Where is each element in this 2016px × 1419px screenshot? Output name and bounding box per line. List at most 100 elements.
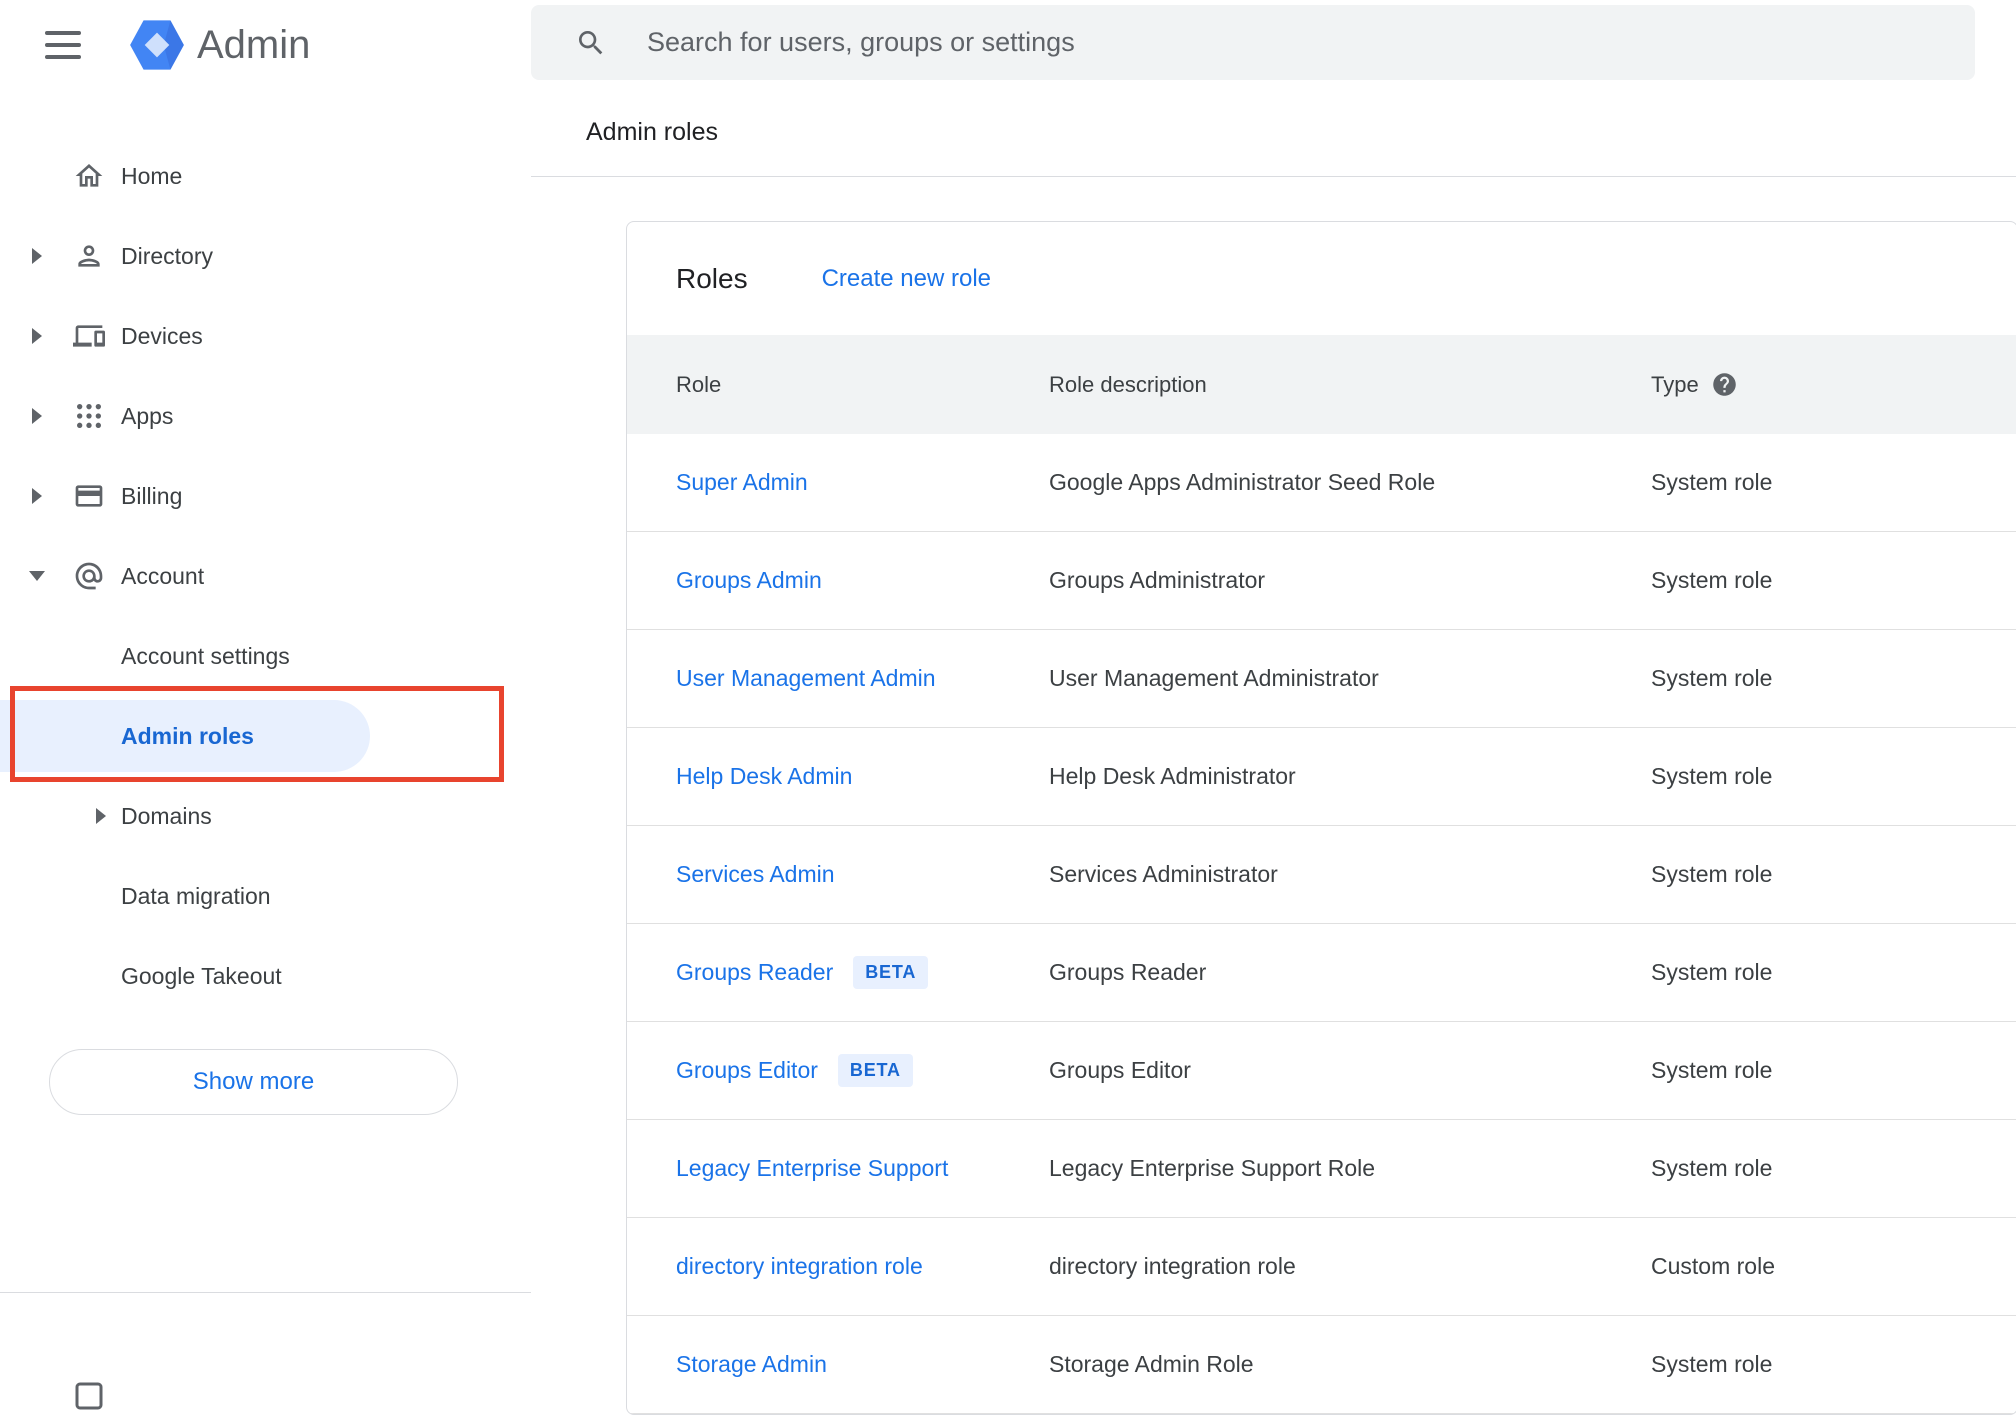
header-divider bbox=[531, 176, 2016, 177]
table-row-storage-admin: Storage Admin Storage Admin Role System … bbox=[627, 1316, 2016, 1414]
table-row-directory-integration-role: directory integration role directory int… bbox=[627, 1218, 2016, 1316]
table-row-groups-admin: Groups Admin Groups Administrator System… bbox=[627, 532, 2016, 630]
role-link[interactable]: Legacy Enterprise Support bbox=[676, 1155, 948, 1182]
role-type-cell: System role bbox=[1651, 959, 1773, 985]
expand-arrow-icon[interactable] bbox=[96, 808, 106, 824]
role-link[interactable]: directory integration role bbox=[676, 1253, 923, 1280]
partially-visible-icon bbox=[71, 1378, 107, 1414]
role-link[interactable]: Services Admin bbox=[676, 861, 835, 888]
admin-hexagon-logo-icon bbox=[129, 17, 185, 73]
role-type-cell: System role bbox=[1651, 1155, 1773, 1181]
role-link[interactable]: Super Admin bbox=[676, 469, 808, 496]
table-header-row: Role Role description Type bbox=[627, 335, 2016, 434]
sidebar-item-directory[interactable]: Directory bbox=[0, 216, 531, 296]
sidebar-item-label: Billing bbox=[121, 482, 183, 509]
at-sign-icon bbox=[73, 560, 105, 592]
role-description-cell: Google Apps Administrator Seed Role bbox=[1049, 469, 1436, 495]
sidebar-item-label: Devices bbox=[121, 322, 203, 349]
role-description-cell: User Management Administrator bbox=[1049, 665, 1379, 691]
role-type-cell: System role bbox=[1651, 665, 1773, 691]
search-bar[interactable] bbox=[531, 5, 1975, 80]
role-description-cell: directory integration role bbox=[1049, 1253, 1296, 1279]
role-link[interactable]: Groups Reader bbox=[676, 959, 833, 986]
table-row-groups-reader: Groups Reader BETA Groups Reader System … bbox=[627, 924, 2016, 1022]
sidebar-item-billing[interactable]: Billing bbox=[0, 456, 531, 536]
role-link[interactable]: Groups Admin bbox=[676, 567, 822, 594]
sidebar-item-data-migration[interactable]: Data migration bbox=[0, 856, 531, 936]
sidebar-item-account[interactable]: Account bbox=[0, 536, 531, 616]
sidebar-item-domains[interactable]: Domains bbox=[0, 776, 531, 856]
expand-arrow-icon[interactable] bbox=[31, 248, 42, 264]
expand-arrow-icon[interactable] bbox=[31, 328, 42, 344]
sidebar-nav: Home Directory Devices Apps Billing Acco… bbox=[0, 136, 531, 1016]
role-description-cell: Groups Editor bbox=[1049, 1057, 1191, 1083]
card-header: Roles Create new role bbox=[627, 222, 2016, 335]
role-description-cell: Storage Admin Role bbox=[1049, 1351, 1254, 1377]
card-title: Roles bbox=[676, 262, 748, 294]
home-icon bbox=[73, 160, 105, 192]
table-row-legacy-enterprise-support: Legacy Enterprise Support Legacy Enterpr… bbox=[627, 1120, 2016, 1218]
table-row-groups-editor: Groups Editor BETA Groups Editor System … bbox=[627, 1022, 2016, 1120]
brand-row: Admin bbox=[0, 0, 531, 90]
devices-icon bbox=[73, 320, 105, 352]
table-row-super-admin: Super Admin Google Apps Administrator Se… bbox=[627, 434, 2016, 532]
sidebar-item-label: Data migration bbox=[121, 882, 271, 909]
hamburger-menu-icon[interactable] bbox=[45, 23, 89, 67]
help-icon[interactable] bbox=[1711, 371, 1738, 398]
role-type-cell: System role bbox=[1651, 1351, 1773, 1377]
column-header-type-label: Type bbox=[1651, 371, 1699, 397]
roles-card: Roles Create new role Role Role descript… bbox=[626, 221, 2016, 1415]
role-description-cell: Legacy Enterprise Support Role bbox=[1049, 1155, 1376, 1181]
roles-table-body: Super Admin Google Apps Administrator Se… bbox=[627, 434, 2016, 1414]
beta-badge: BETA bbox=[853, 956, 929, 989]
sidebar-item-label: Directory bbox=[121, 242, 214, 269]
role-type-cell: System role bbox=[1651, 469, 1773, 495]
search-icon bbox=[575, 27, 607, 59]
role-type-cell: Custom role bbox=[1651, 1253, 1775, 1279]
sidebar-item-google-takeout[interactable]: Google Takeout bbox=[0, 936, 531, 1016]
sidebar-item-devices[interactable]: Devices bbox=[0, 296, 531, 376]
role-link[interactable]: Storage Admin bbox=[676, 1351, 827, 1378]
main-content: Admin roles Roles Create new role Role R… bbox=[531, 0, 2016, 1415]
column-header-role: Role bbox=[676, 371, 722, 397]
expand-arrow-icon[interactable] bbox=[28, 571, 45, 581]
role-link[interactable]: Help Desk Admin bbox=[676, 763, 852, 790]
sidebar-item-label: Admin roles bbox=[121, 722, 254, 749]
table-row-help-desk-admin: Help Desk Admin Help Desk Administrator … bbox=[627, 728, 2016, 826]
apps-grid-icon bbox=[73, 400, 105, 432]
role-type-cell: System role bbox=[1651, 763, 1773, 789]
sidebar-item-admin-roles[interactable]: Admin roles bbox=[0, 696, 531, 776]
sidebar-item-label: Domains bbox=[121, 802, 212, 829]
role-type-cell: System role bbox=[1651, 567, 1773, 593]
expand-arrow-icon[interactable] bbox=[31, 488, 42, 504]
sidebar-item-label: Account bbox=[121, 562, 205, 589]
role-type-cell: System role bbox=[1651, 861, 1773, 887]
show-more-button[interactable]: Show more bbox=[49, 1049, 458, 1115]
column-header-type: Type bbox=[1651, 371, 2016, 398]
app-title: Admin bbox=[197, 22, 311, 67]
sidebar-bottom-divider bbox=[0, 1292, 531, 1293]
table-row-user-management-admin: User Management Admin User Management Ad… bbox=[627, 630, 2016, 728]
table-row-services-admin: Services Admin Services Administrator Sy… bbox=[627, 826, 2016, 924]
create-new-role-link[interactable]: Create new role bbox=[822, 265, 991, 293]
sidebar-item-label: Account settings bbox=[121, 642, 290, 669]
role-link[interactable]: User Management Admin bbox=[676, 665, 936, 692]
role-link[interactable]: Groups Editor bbox=[676, 1057, 818, 1084]
person-icon bbox=[73, 240, 105, 272]
breadcrumb: Admin roles bbox=[586, 118, 718, 146]
sidebar-item-account-settings[interactable]: Account settings bbox=[0, 616, 531, 696]
search-input[interactable] bbox=[647, 27, 1975, 58]
role-description-cell: Groups Reader bbox=[1049, 959, 1207, 985]
sidebar-item-label: Google Takeout bbox=[121, 962, 282, 989]
sidebar: Admin Home Directory Devices Apps Billin… bbox=[0, 0, 531, 1410]
sidebar-item-label: Apps bbox=[121, 402, 174, 429]
column-header-role-description: Role description bbox=[1049, 371, 1207, 397]
sidebar-item-home[interactable]: Home bbox=[0, 136, 531, 216]
credit-card-icon bbox=[73, 480, 105, 512]
sidebar-item-apps[interactable]: Apps bbox=[0, 376, 531, 456]
role-description-cell: Services Administrator bbox=[1049, 861, 1278, 887]
role-type-cell: System role bbox=[1651, 1057, 1773, 1083]
expand-arrow-icon[interactable] bbox=[31, 408, 42, 424]
role-description-cell: Groups Administrator bbox=[1049, 567, 1266, 593]
beta-badge: BETA bbox=[837, 1054, 913, 1087]
